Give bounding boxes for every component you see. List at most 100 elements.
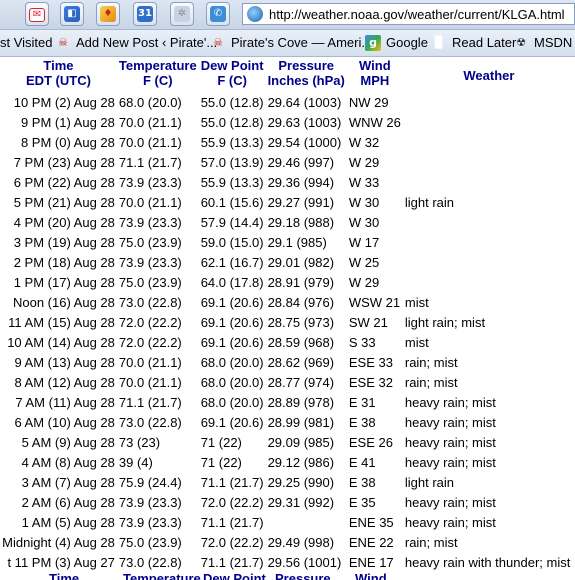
cell-temperature: 73 (23) [118, 435, 161, 450]
cell-dew-point: 71.1 (21.7) [200, 555, 264, 570]
pirate-icon: ☠ [58, 36, 68, 49]
pirate-icon: ☠ [213, 36, 223, 49]
table-row: Midnight (4) Aug 28 75.0 (23.9) 72.0 (22.2… [0, 533, 575, 553]
cell-dew-point: 55.9 (13.3) [200, 175, 264, 190]
cell-pressure: 29.01 (982) [267, 255, 335, 270]
cell-pressure: 29.27 (991) [267, 195, 335, 210]
cell-weather: heavy rain; mist [404, 495, 496, 510]
header-time-unit: EDT (UTC) [25, 73, 91, 88]
cell-time: 10 AM (14) Aug 28 [7, 335, 115, 350]
table-row: 1 PM (17) Aug 28 75.0 (23.9) 64.0 (17.8) 28… [0, 273, 575, 293]
cell-temperature: 75.0 (23.9) [118, 535, 182, 550]
cell-weather: mist [404, 335, 429, 350]
header-wind-label: Wind [359, 58, 391, 73]
calendar-icon[interactable]: 31 [133, 2, 157, 26]
cell-weather: light rain [404, 195, 454, 210]
cell-dew-point: 55.0 (12.8) [200, 115, 264, 130]
cell-pressure: 29.64 (1003) [267, 95, 342, 110]
table-row: 9 PM (1) Aug 28 70.0 (21.1) 55.0 (12.8) 29.… [0, 113, 575, 133]
cell-pressure: 28.77 (974) [267, 375, 335, 390]
cell-pressure: 29.31 (992) [267, 495, 335, 510]
cell-pressure: 28.84 (976) [267, 295, 335, 310]
cell-time: 9 PM (1) Aug 28 [20, 115, 115, 130]
header-dew-point: Dew Point F (C) [199, 57, 266, 93]
settings-icon[interactable]: ✲ [170, 2, 194, 26]
cell-dew-point: 69.1 (20.6) [200, 315, 264, 330]
table-row: 11 AM (15) Aug 28 72.0 (22.2) 69.1 (20.6) 2… [0, 313, 575, 333]
cell-wind: W 29 [348, 155, 380, 170]
cell-weather: mist [404, 295, 429, 310]
header-temperature-unit: F (C) [142, 73, 173, 88]
header-dew-label: Dew Point [200, 58, 264, 73]
cell-temperature: 39 (4) [118, 455, 153, 470]
cell-pressure: 29.54 (1000) [267, 135, 342, 150]
cell-wind: ENE 17 [348, 555, 394, 570]
table-row: 3 PM (19) Aug 28 75.0 (23.9) 59.0 (15.0) 29… [0, 233, 575, 253]
cell-pressure: 29.18 (988) [267, 215, 335, 230]
gmail-icon[interactable]: ✉ [25, 2, 49, 26]
cell-wind: W 33 [348, 175, 380, 190]
address-bar[interactable]: http://weather.noaa.gov/weather/current/… [242, 3, 575, 25]
header-weather: Weather [403, 57, 575, 93]
cell-weather: heavy rain with thunder; mist [404, 555, 571, 570]
cell-dew-point: 68.0 (20.0) [200, 355, 264, 370]
table-row: 4 PM (20) Aug 28 73.9 (23.3) 57.9 (14.4) 29… [0, 213, 575, 233]
table-row: 1 AM (5) Aug 28 73.9 (23.3) 71.1 (21.7) ENE… [0, 513, 575, 533]
cell-wind: E 41 [348, 455, 376, 470]
table-row: 3 AM (7) Aug 28 75.9 (24.4) 71.1 (21.7) 29.… [0, 473, 575, 493]
cell-temperature: 68.0 (20.0) [118, 95, 182, 110]
cell-dew-point: 57.0 (13.9) [200, 155, 264, 170]
cell-time: 8 PM (0) Aug 28 [20, 135, 115, 150]
cell-dew-point: 64.0 (17.8) [200, 275, 264, 290]
cell-weather [403, 113, 575, 133]
cell-time: 2 PM (18) Aug 28 [13, 255, 115, 270]
maps-icon[interactable]: ♦ [96, 2, 120, 26]
header-time-label: Time [43, 58, 74, 73]
bookmark-label: MSDN [534, 35, 573, 50]
table-row: 8 PM (0) Aug 28 70.0 (21.1) 55.9 (13.3) 29.… [0, 133, 575, 153]
cell-weather: heavy rain; mist [404, 455, 496, 470]
cell-pressure: 28.62 (969) [267, 355, 335, 370]
header-weather-label: Weather [463, 67, 515, 83]
cell-dew-point: 68.0 (20.0) [200, 395, 264, 410]
cell-wind: SW 21 [348, 315, 388, 330]
cell-time: 5 AM (9) Aug 28 [21, 435, 115, 450]
table-row: t 11 PM (3) Aug 27 73.0 (22.8) 71.1 (21.7)… [0, 553, 575, 573]
cell-wind: ESE 26 [348, 435, 393, 450]
cell-weather: rain; mist [404, 375, 458, 390]
bookmark-label: Read Later [452, 35, 517, 50]
cell-wind: ESE 32 [348, 375, 393, 390]
table-row: 10 AM (14) Aug 28 72.0 (22.2) 69.1 (20.6) 2… [0, 333, 575, 353]
table-row: 8 AM (12) Aug 28 70.0 (21.1) 68.0 (20.0) 28… [0, 373, 575, 393]
browser-toolbar: ✉ ◧ ♦ 31 ✲ ✆ http://weather.noaa.gov/wea… [0, 0, 575, 30]
cell-temperature: 70.0 (21.1) [118, 375, 182, 390]
cell-temperature: 73.0 (22.8) [118, 415, 182, 430]
bookmark-label: Pirate's Cove — Ameri... [231, 35, 373, 50]
header-pressure-unit: Inches (hPa) [267, 73, 345, 88]
cell-weather [403, 173, 575, 193]
phone-icon[interactable]: ✆ [206, 2, 230, 26]
cell-pressure: 29.12 (986) [267, 455, 335, 470]
header-pressure-label: Pressure [278, 58, 335, 73]
bookmark-label: Google [386, 35, 428, 50]
cell-dew-point: 68.0 (20.0) [200, 375, 264, 390]
footer-header-time: Time [49, 571, 80, 580]
header-temperature: Temperature F (C) [117, 57, 199, 93]
bookmark-most-visited[interactable]: st Visited [0, 30, 53, 56]
cell-temperature: 73.0 (22.8) [118, 555, 182, 570]
cell-dew-point: 71.1 (21.7) [200, 515, 264, 530]
cell-dew-point: 69.1 (20.6) [200, 415, 264, 430]
cell-temperature: 73.9 (23.3) [118, 495, 182, 510]
header-temperature-label: Temperature [118, 58, 197, 73]
table-row: Noon (16) Aug 28 73.0 (22.8) 69.1 (20.6) 28… [0, 293, 575, 313]
cell-dew-point: 57.9 (14.4) [200, 215, 264, 230]
cell-time: 11 AM (15) Aug 28 [8, 315, 115, 330]
cell-dew-point: 71 (22) [200, 455, 242, 470]
url-text[interactable]: http://weather.noaa.gov/weather/current/… [269, 7, 565, 22]
cell-wind: WNW 26 [348, 115, 401, 130]
cell-wind: NW 29 [348, 95, 389, 110]
calendar-day: 31 [137, 6, 153, 22]
chrome-icon[interactable]: ◧ [60, 2, 84, 26]
cell-time: 9 AM (13) Aug 28 [14, 355, 115, 370]
cell-temperature: 70.0 (21.1) [118, 135, 182, 150]
